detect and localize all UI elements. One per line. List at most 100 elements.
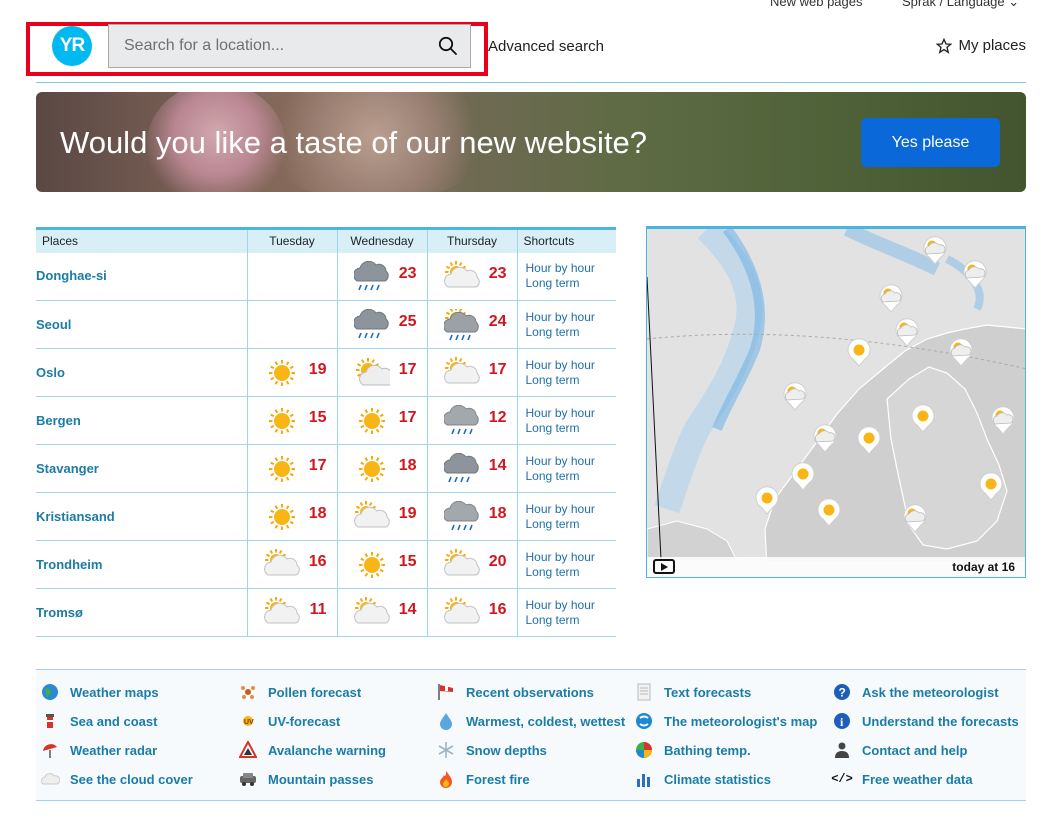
quick-link[interactable]: UV UV-forecast <box>238 711 340 731</box>
forecast-cell[interactable]: 17 <box>337 348 428 397</box>
quick-link[interactable]: Pollen forecast <box>238 682 361 702</box>
map-sun-marker-icon[interactable] <box>855 425 883 455</box>
forecast-cell[interactable]: 18 <box>427 492 518 541</box>
place-link[interactable]: Bergen <box>36 413 81 428</box>
quick-link[interactable]: Avalanche warning <box>238 740 386 760</box>
hour-by-hour-link[interactable]: Hour by hour <box>526 310 617 325</box>
quick-link[interactable]: Weather radar <box>40 740 157 760</box>
forecast-cell[interactable]: 15 <box>337 540 428 589</box>
long-term-link[interactable]: Long term <box>526 325 617 340</box>
place-link[interactable]: Donghae-si <box>36 268 107 283</box>
forecast-cell[interactable]: 19 <box>247 348 338 397</box>
advanced-search-link[interactable]: Advanced search <box>488 38 604 55</box>
quick-link[interactable]: The meteorologist's map <box>634 711 817 731</box>
long-term-link[interactable]: Long term <box>526 469 617 484</box>
long-term-link[interactable]: Long term <box>526 276 617 291</box>
map-cloud-marker-icon[interactable] <box>781 381 809 411</box>
search-input[interactable] <box>109 25 419 67</box>
play-icon[interactable] <box>653 559 675 574</box>
yes-please-button[interactable]: Yes please <box>861 118 1000 167</box>
place-link[interactable]: Seoul <box>36 317 71 332</box>
quick-link[interactable]: Snow depths <box>436 740 547 760</box>
map-cloud-marker-icon[interactable] <box>901 503 929 533</box>
place-link[interactable]: Kristiansand <box>36 509 115 524</box>
forecast-cell[interactable]: 25 <box>337 300 428 349</box>
quick-link[interactable]: Text forecasts <box>634 682 751 702</box>
hour-by-hour-link[interactable]: Hour by hour <box>526 598 617 613</box>
hour-by-hour-link[interactable]: Hour by hour <box>526 454 617 469</box>
quick-link[interactable]: Mountain passes <box>238 769 373 789</box>
hour-by-hour-link[interactable]: Hour by hour <box>526 502 617 517</box>
long-term-link[interactable]: Long term <box>526 421 617 436</box>
long-term-link[interactable]: Long term <box>526 373 617 388</box>
map-sun-marker-icon[interactable] <box>977 471 1005 501</box>
forecast-cell[interactable]: 23 <box>427 252 518 301</box>
forecast-cell[interactable]: 11 <box>247 588 338 637</box>
forecast-cell[interactable]: 23 <box>337 252 428 301</box>
map-sun-marker-icon[interactable] <box>815 497 843 527</box>
quick-link[interactable]: ? Ask the meteorologist <box>832 682 999 702</box>
map-cloud-marker-icon[interactable] <box>961 259 989 289</box>
temperature: 15 <box>308 409 327 426</box>
map-sun-marker-icon[interactable] <box>909 403 937 433</box>
map-sun-marker-icon[interactable] <box>845 337 873 367</box>
temperature: 20 <box>488 553 507 570</box>
map-cloud-marker-icon[interactable] <box>877 283 905 313</box>
quick-link[interactable]: Contact and help <box>832 740 967 760</box>
place-link[interactable]: Stavanger <box>36 461 99 476</box>
forecast-cell[interactable]: 20 <box>427 540 518 589</box>
map-cloud-marker-icon[interactable] <box>893 317 921 347</box>
long-term-link[interactable]: Long term <box>526 613 617 628</box>
place-link[interactable]: Trondheim <box>36 557 102 572</box>
forecast-cell[interactable]: 17 <box>337 396 428 445</box>
hour-by-hour-link[interactable]: Hour by hour <box>526 261 617 276</box>
map-cloud-marker-icon[interactable] <box>811 423 839 453</box>
forecast-cell[interactable]: 16 <box>247 540 338 589</box>
place-link[interactable]: Tromsø <box>36 605 83 620</box>
my-places-link[interactable]: My places <box>936 37 1026 54</box>
forecast-cell[interactable] <box>247 300 338 349</box>
forecast-cell[interactable]: 12 <box>427 396 518 445</box>
quick-link[interactable]: i Understand the forecasts <box>832 711 1019 731</box>
quick-link[interactable]: Recent observations <box>436 682 594 702</box>
quick-link[interactable]: Weather maps <box>40 682 159 702</box>
forecast-cell[interactable] <box>247 252 338 301</box>
map-cloud-marker-icon[interactable] <box>989 405 1017 435</box>
forecast-cell[interactable]: 18 <box>337 444 428 493</box>
search-icon[interactable] <box>438 36 458 56</box>
map-cloud-marker-icon[interactable] <box>921 235 949 265</box>
map-sun-marker-icon[interactable] <box>789 461 817 491</box>
language-selector[interactable]: Språk / Language ⌄ <box>902 0 1019 10</box>
forecast-cell[interactable]: 24 <box>427 300 518 349</box>
weather-map[interactable]: today at 16 <box>646 226 1026 578</box>
hour-by-hour-link[interactable]: Hour by hour <box>526 358 617 373</box>
forecast-cell[interactable]: 18 <box>247 492 338 541</box>
new-web-pages-link[interactable]: New web pages <box>770 0 863 9</box>
forecast-cell[interactable]: 17 <box>427 348 518 397</box>
quick-link[interactable]: Sea and coast <box>40 711 157 731</box>
long-term-link[interactable]: Long term <box>526 565 617 580</box>
quick-link[interactable]: Climate statistics <box>634 769 771 789</box>
forecast-cell[interactable]: 17 <box>247 444 338 493</box>
place-link[interactable]: Oslo <box>36 365 65 380</box>
forecast-cell[interactable]: 15 <box>247 396 338 445</box>
hour-by-hour-link[interactable]: Hour by hour <box>526 550 617 565</box>
drop-icon <box>436 711 456 731</box>
quick-link[interactable]: Warmest, coldest, wettest <box>436 711 625 731</box>
forecast-cell[interactable]: 14 <box>427 444 518 493</box>
forecast-cell[interactable]: 14 <box>337 588 428 637</box>
hour-by-hour-link[interactable]: Hour by hour <box>526 406 617 421</box>
map-sun-marker-icon[interactable] <box>753 485 781 515</box>
forecast-cell[interactable]: 16 <box>427 588 518 637</box>
quick-link-label: Climate statistics <box>664 771 771 787</box>
quick-link[interactable]: See the cloud cover <box>40 769 193 789</box>
yr-logo[interactable]: YR <box>52 26 92 66</box>
document-icon <box>634 682 654 702</box>
long-term-link[interactable]: Long term <box>526 517 617 532</box>
quick-link[interactable]: </> Free weather data <box>831 769 972 789</box>
quick-link[interactable]: Bathing temp. <box>634 740 751 760</box>
quick-link[interactable]: Forest fire <box>436 769 530 789</box>
map-cloud-marker-icon[interactable] <box>947 337 975 367</box>
quick-link-label: Text forecasts <box>664 684 752 700</box>
forecast-cell[interactable]: 19 <box>337 492 428 541</box>
